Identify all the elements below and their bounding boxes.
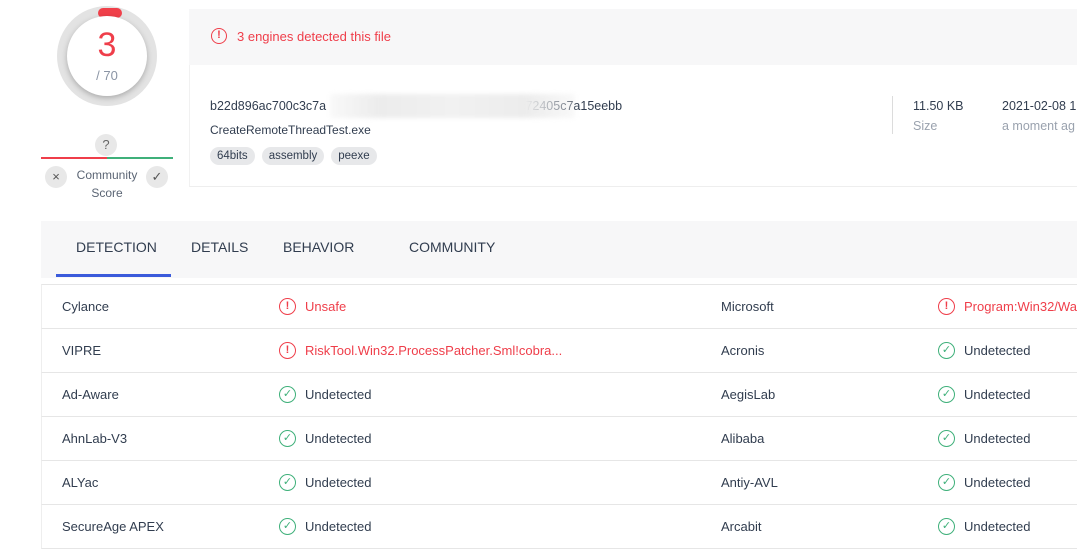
check-circle-icon: ✓ — [938, 474, 955, 491]
detection-result: Undetected — [964, 387, 1031, 402]
check-circle-icon: ✓ — [279, 518, 296, 535]
tab-detection[interactable]: DETECTION — [76, 239, 157, 255]
table-row: AhnLab-V3 ✓ Undetected Alibaba ✓ Undetected — [41, 417, 1077, 461]
table-row: ALYac ✓ Undetected Antiy-AVL ✓ Undetected — [41, 461, 1077, 505]
engine-name: Ad-Aware — [62, 387, 119, 402]
detection-result: Undetected — [305, 431, 372, 446]
engine-name: AegisLab — [721, 387, 776, 402]
check-circle-icon: ✓ — [279, 430, 296, 447]
community-score-question-icon[interactable]: ? — [95, 134, 117, 156]
tab-details[interactable]: DETAILS — [191, 239, 248, 255]
engine-name: Antiy-AVL — [721, 475, 778, 490]
detection-result: Undetected — [964, 475, 1031, 490]
community-score-positive-bar — [107, 157, 173, 159]
detection-result: Program:Win32/Wa — [964, 299, 1077, 314]
detection-summary: 3 engines detected this file — [237, 29, 391, 44]
detection-result: RiskTool.Win32.ProcessPatcher.Sml!cobra.… — [305, 343, 563, 358]
detections-table: Cylance! Unsafe Microsoft! Program:Win32/Wa… — [41, 284, 1077, 549]
community-score-label-line2: Score — [91, 186, 123, 200]
check-circle-icon: ✓ — [279, 474, 296, 491]
hash-redaction-blur — [330, 94, 575, 118]
community-score-label: Community Score — [72, 166, 142, 202]
engine-name: Alibaba — [721, 431, 765, 446]
engine-name: Cylance — [62, 299, 109, 314]
info-divider — [892, 96, 893, 134]
alert-icon: ! — [211, 28, 227, 44]
detection-result: Undetected — [305, 519, 372, 534]
engine-name: Microsoft — [721, 299, 774, 314]
detection-banner: ! 3 engines detected this file — [189, 9, 1077, 65]
detection-result: Undetected — [964, 519, 1031, 534]
alert-circle-icon: ! — [279, 298, 296, 315]
active-tab-indicator — [56, 274, 171, 277]
file-name: CreateRemoteThreadTest.exe — [210, 123, 371, 137]
file-info-card: b22d896ac700c3c7a a0c08a9cc72405c7a15eeb… — [189, 65, 1077, 187]
tab-behavior[interactable]: BEHAVIOR — [283, 239, 354, 255]
check-circle-icon: ✓ — [279, 386, 296, 403]
detection-result: Undetected — [305, 387, 372, 402]
engine-name: ALYac — [62, 475, 99, 490]
alert-circle-icon: ! — [938, 298, 955, 315]
check-circle-icon: ✓ — [938, 342, 955, 359]
community-score-label-line1: Community — [76, 168, 138, 182]
file-size-value: 11.50 KB — [913, 99, 964, 113]
check-circle-icon: ✓ — [938, 386, 955, 403]
alert-circle-icon: ! — [279, 342, 296, 359]
detection-result: Undetected — [305, 475, 372, 490]
detection-result: Undetected — [964, 431, 1031, 446]
tag-64bits[interactable]: 64bits — [210, 147, 255, 165]
engine-name: Arcabit — [721, 519, 762, 534]
report-tabs: DETECTION DETAILS BEHAVIOR COMMUNITY — [41, 221, 1077, 278]
check-circle-icon: ✓ — [938, 430, 955, 447]
engine-name: SecureAge APEX — [62, 519, 164, 534]
check-circle-icon: ✓ — [938, 518, 955, 535]
tag-peexe[interactable]: peexe — [331, 147, 377, 165]
table-row: Ad-Aware ✓ Undetected AegisLab ✓ Undetected — [41, 373, 1077, 417]
detection-count: 3 — [97, 26, 117, 64]
engine-name: VIPRE — [62, 343, 102, 358]
file-tags: 64bits assembly peexe — [210, 147, 377, 165]
community-score-negative-bar — [41, 157, 107, 159]
tag-assembly[interactable]: assembly — [261, 147, 325, 165]
table-row: SecureAge APEX ✓ Undetected Arcabit ✓ Undetec… — [41, 505, 1077, 549]
tab-community[interactable]: COMMUNITY — [409, 239, 495, 255]
engine-name: AhnLab-V3 — [62, 431, 128, 446]
engine-name: Acronis — [721, 343, 765, 358]
detection-result: Undetected — [964, 343, 1031, 358]
scan-date-value: 2021-02-08 1 — [1002, 99, 1077, 113]
detection-score-ring: 3 / 70 — [57, 6, 157, 106]
file-size-label: Size — [913, 119, 938, 133]
score-inner-circle: 3 / 70 — [67, 16, 147, 96]
vote-harmless-icon[interactable]: ✓ — [146, 166, 168, 188]
table-row: VIPRE! RiskTool.Win32.ProcessPatcher.Sml!… — [41, 329, 1077, 373]
scan-date-label: a moment ag — [1002, 119, 1075, 133]
detection-result: Unsafe — [305, 299, 347, 314]
vote-harmful-icon[interactable]: × — [45, 166, 67, 188]
engine-total: / 70 — [96, 68, 118, 83]
table-row: Cylance! Unsafe Microsoft! Program:Win32/Wa — [41, 284, 1077, 329]
